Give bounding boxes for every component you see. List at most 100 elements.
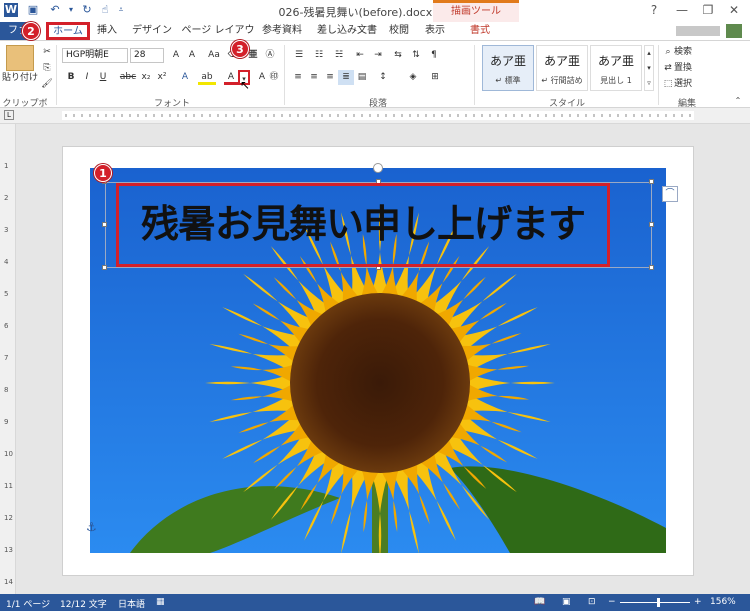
tab-format[interactable]: 書式: [458, 22, 502, 40]
layout-options-icon[interactable]: ⌒: [662, 186, 678, 202]
resize-handle[interactable]: [102, 265, 107, 270]
ruler-number: 11: [4, 482, 13, 490]
grow-font-icon[interactable]: A: [168, 48, 184, 63]
style-no-spacing[interactable]: あア亜 ↵ 行間詰め: [536, 45, 588, 91]
ruler-number: 2: [4, 194, 9, 202]
style-normal[interactable]: あア亜 ↵ 標準: [482, 45, 534, 91]
superscript-button[interactable]: x²: [154, 70, 170, 85]
rotate-handle-icon[interactable]: [373, 163, 383, 173]
minimize-button[interactable]: —: [668, 0, 696, 20]
select-button[interactable]: 選択: [674, 77, 710, 92]
cut-icon[interactable]: ✂: [40, 45, 54, 60]
align-center-icon[interactable]: ≡: [306, 70, 322, 85]
align-right-icon[interactable]: ≡: [322, 70, 338, 85]
text-effects-icon[interactable]: A: [176, 70, 194, 85]
change-case-icon[interactable]: Aa: [204, 48, 224, 63]
ruler-number: 4: [4, 258, 9, 266]
collapse-ribbon-icon[interactable]: ⌃: [732, 93, 744, 108]
zoom-level[interactable]: 156%: [710, 597, 736, 607]
zoom-in-icon[interactable]: +: [694, 597, 702, 607]
zoom-slider[interactable]: [620, 602, 690, 603]
asian-layout-icon[interactable]: ⇆: [390, 48, 406, 63]
tab-insert[interactable]: 挿入: [92, 22, 122, 40]
find-button[interactable]: 検索: [674, 45, 710, 60]
shrink-font-icon[interactable]: A: [184, 48, 200, 63]
font-name-combo[interactable]: HGP明朝E: [62, 48, 128, 63]
format-painter-icon[interactable]: 🖌: [40, 77, 54, 92]
align-left-icon[interactable]: ≡: [290, 70, 306, 85]
paste-icon[interactable]: [6, 45, 34, 71]
underline-button[interactable]: U: [96, 70, 110, 85]
enclose-char-icon[interactable]: Ⓐ: [262, 48, 278, 63]
replace-button[interactable]: 置換: [674, 61, 710, 76]
style-name: ↵ 行間詰め: [541, 76, 583, 85]
tab-view[interactable]: 表示: [420, 22, 450, 40]
print-layout-icon[interactable]: ▣: [562, 597, 571, 607]
multilevel-list-icon[interactable]: ☵: [330, 48, 348, 63]
ruler-number: 1: [4, 162, 9, 170]
resize-handle[interactable]: [649, 179, 654, 184]
tab-page-layout[interactable]: ページ レイアウト: [180, 22, 256, 54]
replace-icon: ⇄: [664, 63, 672, 73]
account-name[interactable]: [676, 26, 720, 36]
style-heading-1[interactable]: あア亜 見出し 1: [590, 45, 642, 91]
resize-handle[interactable]: [649, 222, 654, 227]
help-button[interactable]: ?: [640, 0, 668, 20]
enclosed-char-icon[interactable]: ㊞: [266, 70, 282, 85]
borders-icon[interactable]: ⊞: [426, 70, 444, 85]
distributed-icon[interactable]: ▤: [354, 70, 370, 85]
tab-references[interactable]: 参考資料: [258, 22, 306, 40]
subscript-button[interactable]: x₂: [138, 70, 154, 85]
home-tab-highlight: [46, 22, 90, 40]
divider: [56, 45, 57, 105]
decrease-indent-icon[interactable]: ⇤: [352, 48, 368, 63]
web-layout-icon[interactable]: ⊡: [588, 597, 596, 607]
resize-handle[interactable]: [102, 222, 107, 227]
justify-icon[interactable]: ≣: [338, 70, 354, 85]
select-icon: ⬚: [663, 79, 673, 89]
font-size-combo[interactable]: 28: [130, 48, 164, 63]
close-button[interactable]: ✕: [720, 0, 748, 20]
divider: [474, 45, 475, 105]
font-color-icon[interactable]: A: [224, 70, 238, 85]
ribbon-tabs: ファ ホーム 挿入 デザイン ページ レイアウト 参考資料 差し込み文書 校閲 …: [0, 22, 750, 54]
numbering-icon[interactable]: ☷: [310, 48, 328, 63]
strikethrough-button[interactable]: abc: [118, 70, 138, 85]
styles-scroll[interactable]: ▴ ▾ ▿: [644, 45, 654, 91]
resize-handle[interactable]: [649, 265, 654, 270]
shading-icon[interactable]: ◈: [404, 70, 422, 85]
horizontal-ruler[interactable]: L: [0, 108, 750, 124]
mouse-cursor-icon: ↖: [240, 78, 251, 92]
search-icon: ⌕: [665, 47, 671, 57]
restore-button[interactable]: ❐: [694, 0, 722, 20]
show-marks-icon[interactable]: ¶: [426, 48, 442, 63]
bullets-icon[interactable]: ☰: [290, 48, 308, 63]
paste-button[interactable]: 貼り付け: [0, 71, 40, 86]
drawing-tools-contextual-label: 描画ツール: [433, 0, 519, 22]
ruler-number: 13: [4, 546, 13, 554]
divider: [658, 45, 659, 105]
headline-text[interactable]: 残暑お見舞い申し上げます: [116, 199, 610, 249]
highlight-color-icon[interactable]: ab: [198, 70, 216, 85]
sort-icon[interactable]: ⇅: [408, 48, 424, 63]
page-count[interactable]: 1/1 ページ: [6, 597, 50, 610]
increase-indent-icon[interactable]: ⇥: [370, 48, 386, 63]
italic-button[interactable]: I: [80, 70, 94, 85]
tab-review[interactable]: 校閲: [384, 22, 414, 40]
zoom-slider-thumb[interactable]: [657, 598, 660, 607]
tab-selector-icon[interactable]: L: [4, 110, 14, 120]
language-indicator[interactable]: 日本語: [118, 597, 145, 610]
tab-mailings[interactable]: 差し込み文書: [314, 22, 380, 40]
copy-icon[interactable]: ⎘: [40, 61, 54, 76]
step-badge-1: 1: [94, 164, 112, 182]
read-mode-icon[interactable]: 📖: [534, 597, 545, 607]
ruler-number: 12: [4, 514, 13, 522]
tab-design[interactable]: デザイン: [130, 22, 174, 40]
line-spacing-icon[interactable]: ↕: [374, 70, 392, 85]
bold-button[interactable]: B: [64, 70, 78, 85]
zoom-out-icon[interactable]: −: [608, 597, 616, 607]
macro-icon[interactable]: ▦: [156, 597, 165, 607]
word-count[interactable]: 12/12 文字: [60, 597, 107, 610]
avatar[interactable]: [726, 24, 742, 38]
vertical-ruler[interactable]: 1 2 3 4 5 6 7 8 9 10 11 12 13 14: [0, 124, 16, 594]
